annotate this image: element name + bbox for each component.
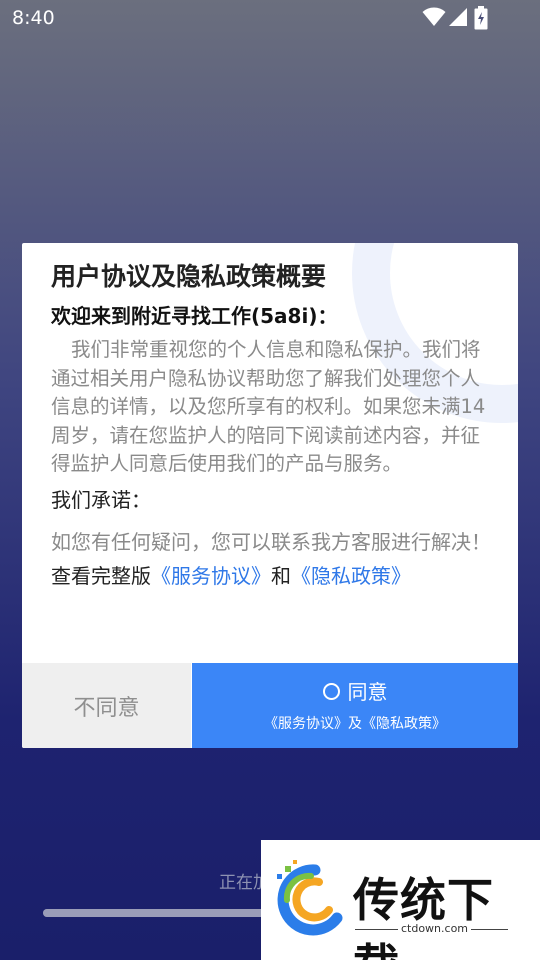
watermark-url: ctdown.com — [397, 922, 472, 935]
policy-summary-text: 我们非常重视您的个人信息和隐私保护。我们将通过相关用户隐私协议帮助您了解我们处理… — [51, 338, 486, 475]
radio-circle-icon[interactable] — [322, 683, 340, 700]
watermark-overlay: 传统下载 ctdown.com — [261, 840, 540, 960]
agree-sub-label: 《服务协议》及《隐私政策》 — [264, 716, 446, 732]
contact-text: 如您有任何疑问，您可以联系我方客服进行解决！ — [51, 529, 491, 554]
privacy-dialog: 用户协议及隐私政策概要 欢迎来到附近寻找工作(5a8i)： 我们非常重视您的个人… — [22, 243, 518, 748]
wifi-icon — [422, 7, 446, 26]
view-full-links: 查看完整版《服务协议》和《隐私政策》 — [51, 561, 495, 591]
disagree-button[interactable]: 不同意 — [22, 663, 191, 748]
promise-label: 我们承诺： — [51, 487, 151, 512]
disagree-label: 不同意 — [73, 695, 140, 721]
privacy-policy-link[interactable]: 《隐私政策》 — [291, 564, 411, 588]
signal-icon — [449, 8, 467, 26]
watermark-url-wrap: ctdown.com — [261, 922, 540, 935]
status-icons — [422, 6, 502, 30]
agree-row: 同意 — [192, 679, 518, 705]
view-prefix: 查看完整版 — [51, 563, 151, 588]
app-screen: 8:40 用户协议及隐私政策概要 欢迎来到附近寻找工作(5a8i)： 我们非常重… — [0, 0, 540, 960]
status-bar: 8:40 — [0, 0, 540, 36]
battery-charging-icon — [474, 6, 488, 30]
agree-label: 同意 — [347, 680, 388, 704]
welcome-text: 欢迎来到附近寻找工作(5a8i)： — [51, 304, 338, 328]
agree-button[interactable]: 同意 《服务协议》及《隐私政策》 — [192, 663, 518, 748]
loading-progress-fill — [43, 909, 270, 917]
and-text: 和 — [271, 563, 291, 588]
dialog-title: 用户协议及隐私政策概要 — [51, 262, 327, 291]
service-agreement-link[interactable]: 《服务协议》 — [151, 564, 271, 588]
status-time: 8:40 — [12, 7, 55, 29]
watermark-name: 传统下载 — [353, 873, 494, 960]
dialog-content: 用户协议及隐私政策概要 欢迎来到附近寻找工作(5a8i)： 我们非常重视您的个人… — [51, 259, 495, 591]
